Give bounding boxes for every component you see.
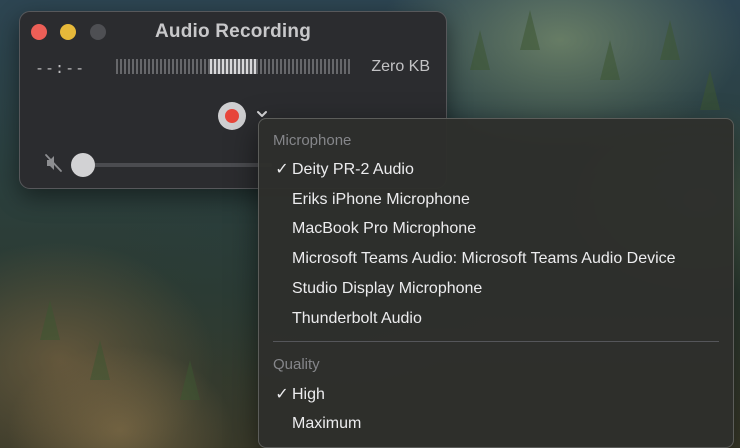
background-tree (520, 10, 540, 50)
volume-slider-knob[interactable] (71, 153, 95, 177)
menu-item-quality[interactable]: ✓ High (259, 381, 733, 409)
menu-item-microphone[interactable]: Microsoft Teams Audio: Microsoft Teams A… (259, 245, 733, 273)
menu-item-label: Eriks iPhone Microphone (292, 191, 470, 208)
window-title: Audio Recording (154, 21, 312, 42)
background-tree (600, 40, 620, 80)
menu-item-label: Studio Display Microphone (292, 280, 483, 297)
menu-section-quality: Quality (273, 356, 320, 373)
input-options-menu: Microphone ✓ Deity PR-2 Audio Eriks iPho… (258, 118, 734, 448)
background-tree (660, 20, 680, 60)
volume-slider-track[interactable] (82, 163, 272, 167)
menu-item-label: Deity PR-2 Audio (292, 161, 414, 178)
audio-level-peak (210, 59, 256, 74)
checkmark-icon: ✓ (275, 386, 289, 403)
record-button[interactable] (218, 102, 246, 130)
menu-item-label: Thunderbolt Audio (292, 310, 422, 327)
checkmark-icon: ✓ (275, 161, 289, 178)
menu-item-label: Maximum (292, 415, 362, 432)
menu-section-microphone: Microphone (273, 132, 352, 149)
background-tree (90, 340, 110, 380)
menu-item-quality[interactable]: Maximum (259, 410, 733, 438)
menu-item-microphone[interactable]: Studio Display Microphone (259, 275, 733, 303)
background-tree (470, 30, 490, 70)
menu-item-microphone[interactable]: Thunderbolt Audio (259, 305, 733, 333)
speaker-muted-icon[interactable] (44, 153, 64, 173)
background-tree (40, 300, 60, 340)
audio-level-meter (116, 59, 350, 74)
menu-item-microphone[interactable]: Eriks iPhone Microphone (259, 186, 733, 214)
background-tree (700, 70, 720, 110)
menu-item-microphone[interactable]: MacBook Pro Microphone (259, 215, 733, 243)
menu-item-label: High (292, 386, 325, 403)
menu-item-microphone[interactable]: ✓ Deity PR-2 Audio (259, 156, 733, 184)
background-tree (180, 360, 200, 400)
menu-separator (273, 341, 719, 342)
menu-item-label: MacBook Pro Microphone (292, 220, 477, 237)
record-icon (225, 109, 239, 123)
menu-item-label: Microsoft Teams Audio: Microsoft Teams A… (292, 250, 676, 267)
elapsed-time: --:-- (35, 59, 86, 77)
file-size: Zero KB (371, 58, 430, 75)
